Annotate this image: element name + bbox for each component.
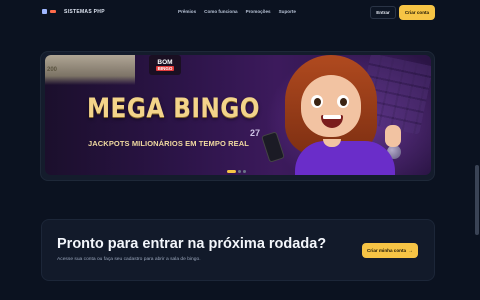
top-header: SISTEMAS PHP Prêmios Como funciona Promo… xyxy=(0,0,474,26)
carousel-dot-1[interactable] xyxy=(227,170,236,173)
character-fist xyxy=(385,125,401,147)
cta-title: Pronto para entrar na próxima rodada? xyxy=(57,236,327,252)
nav-item-promocoes[interactable]: Promoções xyxy=(246,9,271,14)
character-body xyxy=(295,141,395,175)
bom-logo-top: BOM xyxy=(157,59,173,66)
nav-item-suporte[interactable]: Suporte xyxy=(279,9,296,14)
scrollbar-thumb[interactable] xyxy=(475,165,479,235)
cta-button-label: Criar minha conta xyxy=(366,248,407,253)
carousel-dot-3[interactable] xyxy=(243,170,246,173)
logo-mark-icon xyxy=(42,8,58,16)
brand-name: SISTEMAS PHP xyxy=(64,9,105,15)
banner-subtitle: JACKPOTS MILIONÁRIOS EM TEMPO REAL xyxy=(88,139,249,148)
character-pupil-right xyxy=(340,98,347,106)
bom-bingo-logo: BOM BINGO xyxy=(149,55,181,75)
nav-item-como-funciona[interactable]: Como funciona xyxy=(204,9,237,14)
arrow-right-icon: → xyxy=(408,247,414,254)
brand-logo[interactable]: SISTEMAS PHP xyxy=(42,8,105,16)
carousel-dot-2[interactable] xyxy=(238,170,241,173)
ball-number: 27 xyxy=(250,128,261,138)
login-button[interactable]: Entrar xyxy=(370,6,396,19)
main-nav: Prêmios Como funciona Promoções Suporte xyxy=(178,9,296,14)
nav-item-premios[interactable]: Prêmios xyxy=(178,9,196,14)
create-my-account-button[interactable]: Criar minha conta → xyxy=(362,243,418,258)
money-value: 200 xyxy=(47,67,58,73)
create-account-button[interactable]: Criar conta xyxy=(399,5,435,20)
page-scrollbar[interactable] xyxy=(474,0,480,300)
cta-subtitle: Acesse sua conta ou faça seu cadastro pa… xyxy=(57,257,201,262)
banner-slide[interactable]: 200 BOM BINGO MEGA BINGO JACKPOTS MILION… xyxy=(45,55,431,175)
character-pupil-left xyxy=(314,98,321,106)
character-teeth xyxy=(323,115,341,119)
bom-logo-bottom: BINGO xyxy=(155,66,175,71)
banner-title: MEGA BINGO xyxy=(87,93,260,124)
carousel-dots xyxy=(227,170,246,173)
money-image xyxy=(45,55,135,85)
